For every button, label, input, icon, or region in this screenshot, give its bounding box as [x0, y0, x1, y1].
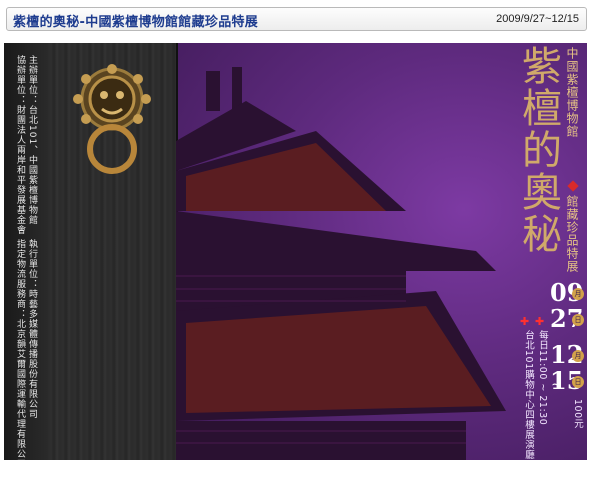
- temple-roof-illustration: [176, 67, 506, 460]
- event-date-range: 2009/9/27~12/15: [496, 13, 579, 25]
- exhibition-subtitle-museum: 中國紫檀博物館: [565, 47, 579, 138]
- event-title-link[interactable]: 紫檀的奧秘-中國紫檀博物館館藏珍品特展: [13, 11, 258, 30]
- red-cross-icon-1: ✚: [520, 315, 530, 328]
- day-char-1: 日: [572, 314, 584, 326]
- month-char-1: 月: [572, 288, 584, 300]
- sponsor-coorganizer-text: 協辦單位：財團法人兩岸和平發展基金會: [15, 55, 25, 235]
- month-char-2: 月: [572, 350, 584, 362]
- sponsor-organizer-text: 主辦單位：台北101、中國紫檀博物館: [27, 55, 37, 226]
- day-char-2: 日: [572, 376, 584, 388]
- sponsor-logistics-text: 指定物流服務商：北京韻艾爾國際運輸代理有限公司: [15, 239, 25, 460]
- event-header-bar: 紫檀的奧秘-中國紫檀博物館館藏珍品特展 2009/9/27~12/15: [6, 7, 587, 31]
- venue-location: 台北101購物中心四樓展演廳: [523, 330, 534, 460]
- opening-hours: 每日11:00 ~ 21:30: [537, 330, 548, 426]
- red-cross-icon-2: ✚: [535, 315, 545, 328]
- exhibition-subtitle-special: 館藏珍品特展: [565, 195, 579, 273]
- lion-door-knocker-icon: [73, 64, 151, 174]
- exhibition-banner-image[interactable]: 主辦單位：台北101、中國紫檀博物館 協辦單位：財團法人兩岸和平發展基金會 執行…: [4, 43, 587, 460]
- page-frame: 紫檀的奧秘-中國紫檀博物館館藏珍品特展 2009/9/27~12/15 主辦單位…: [0, 0, 600, 480]
- exhibition-main-title: 紫檀的奧秘: [515, 45, 561, 255]
- sponsor-executor-text: 執行單位：時藝多媒體傳播股份有限公司: [27, 239, 37, 419]
- ticket-price: 100元: [572, 399, 583, 429]
